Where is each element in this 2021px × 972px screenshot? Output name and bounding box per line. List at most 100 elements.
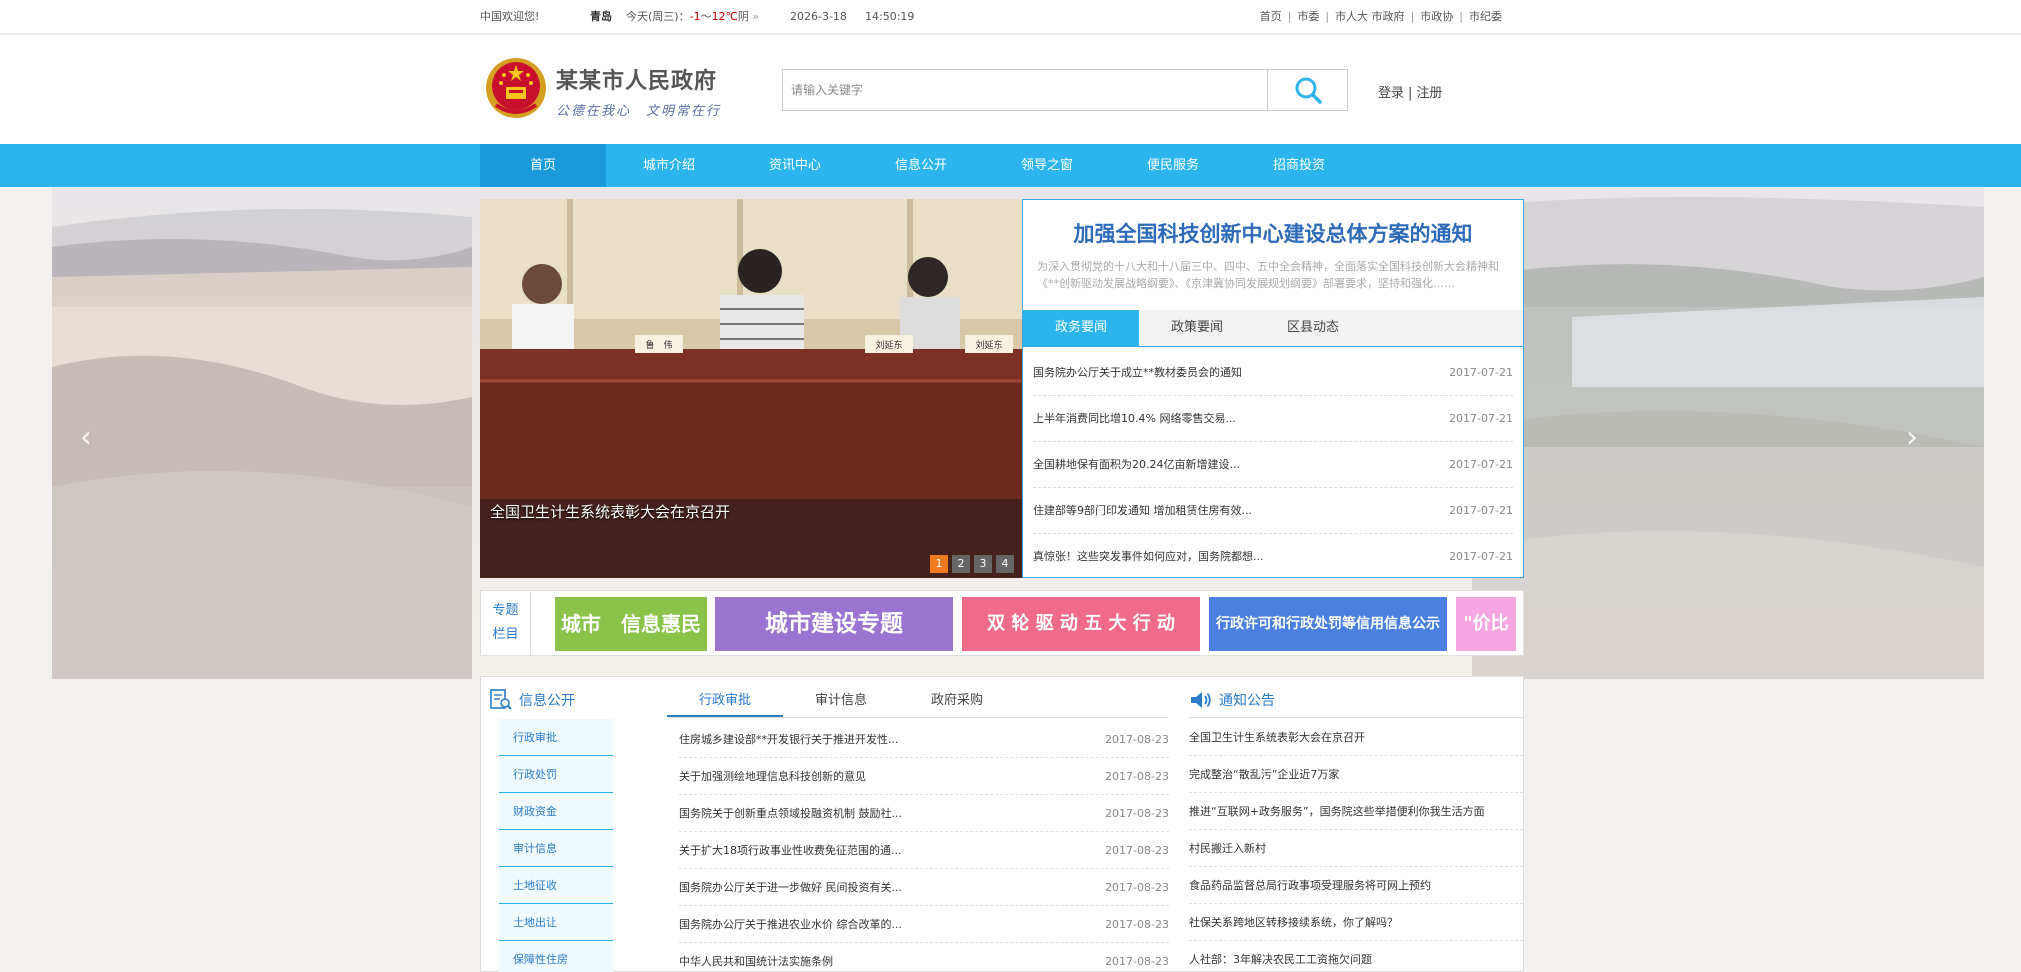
bottom-section: 信息公开 行政审批 行政处罚 财政资金 审计信息 土地征收 土地出让 保障性住房… <box>480 676 1524 972</box>
nav-item-city-intro[interactable]: 城市介绍 <box>606 144 732 187</box>
carousel-next-icon[interactable]: › <box>1906 420 1918 455</box>
login-link[interactable]: 登录 <box>1378 86 1404 101</box>
slide-dot-3[interactable]: 3 <box>974 555 992 573</box>
nav-item-leaders[interactable]: 领导之窗 <box>984 144 1110 187</box>
site-slogan: 公德在我心 文明常在行 <box>556 104 722 119</box>
news-item[interactable]: 真惊张！这些突发事件如何应对，国务院都想... 2017-07-21 <box>1033 534 1513 580</box>
notice-item[interactable]: 人社部：3年解决农民工工资拖欠问题 <box>1189 941 1523 972</box>
news-item[interactable]: 上半年消费同比增10.4% 网络零售交易... 2017-07-21 <box>1033 396 1513 442</box>
nav-item-services[interactable]: 便民服务 <box>1110 144 1236 187</box>
list-item[interactable]: 中华人民共和国统计法实施条例 2017-08-23 <box>679 943 1169 972</box>
topic-banner-price[interactable]: "价比 <box>1456 597 1516 651</box>
list-item-title: 国务院关于创新重点领域投融资机制 鼓励社... <box>679 807 902 820</box>
side-item-land-expropriation[interactable]: 土地征收 <box>499 867 613 904</box>
list-item-title: 中华人民共和国统计法实施条例 <box>679 955 833 968</box>
nav-item-investment[interactable]: 招商投资 <box>1236 144 1362 187</box>
notice-title: 通知公告 <box>1219 693 1275 709</box>
search-button[interactable] <box>1267 70 1347 110</box>
tab-government-news[interactable]: 政务要闻 <box>1023 310 1139 346</box>
search-input[interactable] <box>783 70 1267 110</box>
search-icon <box>1295 77 1322 104</box>
top-link-cppcc[interactable]: 市政协 <box>1420 10 1453 23</box>
notice-item[interactable]: 村民搬迁入新村 <box>1189 830 1523 867</box>
info-disclosure-title: 信息公开 <box>519 693 575 709</box>
nav-item-news-center[interactable]: 资讯中心 <box>732 144 858 187</box>
weather-city: 青岛 <box>590 10 612 23</box>
side-item-audit-info[interactable]: 审计信息 <box>499 830 613 867</box>
slide-caption[interactable]: 全国卫生计生系统表彰大会在京召开 <box>490 501 730 522</box>
weather-more-icon[interactable]: » <box>752 10 759 23</box>
document-search-icon <box>490 689 512 710</box>
list-item-title: 住房城乡建设部**开发银行关于推进开发性... <box>679 733 899 746</box>
topics-label-line1: 专题 <box>492 603 519 618</box>
nav-item-home[interactable]: 首页 <box>480 144 606 187</box>
list-item-title: 国务院办公厅关于推进农业水价 综合改革的... <box>679 918 902 931</box>
tab-admin-approval[interactable]: 行政审批 <box>667 687 783 717</box>
auth-links: 登录 | 注册 <box>1378 82 1442 101</box>
top-link-home[interactable]: 首页 <box>1260 10 1282 23</box>
list-item[interactable]: 国务院办公厅关于推进农业水价 综合改革的... 2017-08-23 <box>679 906 1169 943</box>
notice-item[interactable]: 推进“互联网+政务服务”，国务院这些举措便利你我生活方面 <box>1189 793 1523 830</box>
temp-sep: ～ <box>700 10 712 23</box>
news-item-title: 全国耕地保有面积为20.24亿亩新增建设... <box>1033 458 1240 471</box>
news-item-date: 2017-07-21 <box>1449 504 1513 517</box>
tab-district-news[interactable]: 区县动态 <box>1255 310 1371 346</box>
list-item[interactable]: 关于扩大18项行政事业性收费免征范围的通... 2017-08-23 <box>679 832 1169 869</box>
list-item[interactable]: 关于加强测绘地理信息科技创新的意见 2017-08-23 <box>679 758 1169 795</box>
top-links: 首页 | 市委 | 市人大 市政府 | 市政协 | 市纪委 <box>1259 10 1502 23</box>
list-item-title: 关于加强测绘地理信息科技创新的意见 <box>679 770 866 783</box>
notice-item[interactable]: 食品药品监督总局行政事项受理服务将可网上预约 <box>1189 867 1523 904</box>
list-item-date: 2017-08-23 <box>1105 770 1169 783</box>
national-emblem-logo[interactable] <box>484 55 548 121</box>
top-link-congress[interactable]: 市人大 市政府 <box>1335 10 1405 23</box>
side-item-land-transfer[interactable]: 土地出让 <box>499 904 613 941</box>
list-item-date: 2017-08-23 <box>1105 881 1169 894</box>
notice-list: 全国卫生计生系统表彰大会在京召开 完成整治“散乱污”企业近7万家 推进“互联网+… <box>1189 719 1523 972</box>
side-item-admin-approval[interactable]: 行政审批 <box>499 719 613 756</box>
list-item[interactable]: 国务院关于创新重点领域投融资机制 鼓励社... 2017-08-23 <box>679 795 1169 832</box>
info-side-list: 行政审批 行政处罚 财政资金 审计信息 土地征收 土地出让 保障性住房 <box>499 719 613 972</box>
carousel-prev-icon[interactable]: ‹ <box>80 420 92 455</box>
slide-dot-1[interactable]: 1 <box>930 555 948 573</box>
nameplate-1: 鲁 伟 <box>645 339 672 351</box>
topic-banner-info-benefit[interactable]: 城市 信息惠民 <box>555 597 707 651</box>
nameplate-3: 刘延东 <box>975 339 1002 351</box>
side-item-fiscal-funds[interactable]: 财政资金 <box>499 793 613 830</box>
list-item[interactable]: 住房城乡建设部**开发银行关于推进开发性... 2017-08-23 <box>679 721 1169 758</box>
top-link-party[interactable]: 市委 <box>1297 10 1319 23</box>
welcome-text: 中国欢迎您! <box>480 10 540 23</box>
photo-slider[interactable]: 鲁 伟 刘延东 刘延东 全国卫生计生系统表彰大会在京召开 1 2 3 4 <box>480 199 1022 578</box>
slide-dot-2[interactable]: 2 <box>952 555 970 573</box>
side-item-affordable-housing[interactable]: 保障性住房 <box>499 941 613 972</box>
topic-banner-city-construction[interactable]: 城市建设专题 <box>715 597 953 651</box>
notice-item[interactable]: 社保关系跨地区转移接续系统，你了解吗？ <box>1189 904 1523 941</box>
speaker-icon <box>1191 692 1211 708</box>
topic-banner-credit-info[interactable]: 行政许可和行政处罚等信用信息公示 <box>1209 597 1447 651</box>
topics-label-line2: 栏目 <box>492 627 519 642</box>
list-item[interactable]: 国务院办公厅关于进一步做好 民间投资有关... 2017-08-23 <box>679 869 1169 906</box>
list-item-date: 2017-08-23 <box>1105 807 1169 820</box>
special-topics: 专题 栏目 城市 信息惠民 城市建设专题 双 轮 驱 动 五 大 行 动 行政许… <box>480 590 1524 656</box>
topic-banner-dual-drive[interactable]: 双 轮 驱 动 五 大 行 动 <box>962 597 1200 651</box>
top-link-discipline[interactable]: 市纪委 <box>1469 10 1502 23</box>
news-item[interactable]: 住建部等9部门印发通知 增加租赁住房有效... 2017-07-21 <box>1033 488 1513 534</box>
tab-procurement[interactable]: 政府采购 <box>899 687 1015 717</box>
news-item[interactable]: 全国耕地保有面积为20.24亿亩新增建设... 2017-07-21 <box>1033 442 1513 488</box>
side-item-admin-penalty[interactable]: 行政处罚 <box>499 756 613 793</box>
notice-heading: 通知公告 <box>1189 689 1275 711</box>
nav-item-info-disclosure[interactable]: 信息公开 <box>858 144 984 187</box>
search-box <box>782 69 1348 111</box>
divider <box>667 717 1167 718</box>
info-disclosure-heading: 信息公开 <box>489 689 575 711</box>
notice-item[interactable]: 全国卫生计生系统表彰大会在京召开 <box>1189 719 1523 756</box>
slide-dot-4[interactable]: 4 <box>996 555 1014 573</box>
auth-separator: | <box>1408 86 1413 101</box>
news-item[interactable]: 国务院办公厅关于成立**教材委员会的通知 2017-07-21 <box>1033 350 1513 396</box>
register-link[interactable]: 注册 <box>1416 86 1442 101</box>
tab-audit-info[interactable]: 审计信息 <box>783 687 899 717</box>
list-item-date: 2017-08-23 <box>1105 733 1169 746</box>
news-item-title: 国务院办公厅关于成立**教材委员会的通知 <box>1033 366 1242 379</box>
tab-policy-news[interactable]: 政策要闻 <box>1139 310 1255 346</box>
headline-title[interactable]: 加强全国科技创新中心建设总体方案的通知 <box>1023 218 1523 248</box>
notice-item[interactable]: 完成整治“散乱污”企业近7万家 <box>1189 756 1523 793</box>
